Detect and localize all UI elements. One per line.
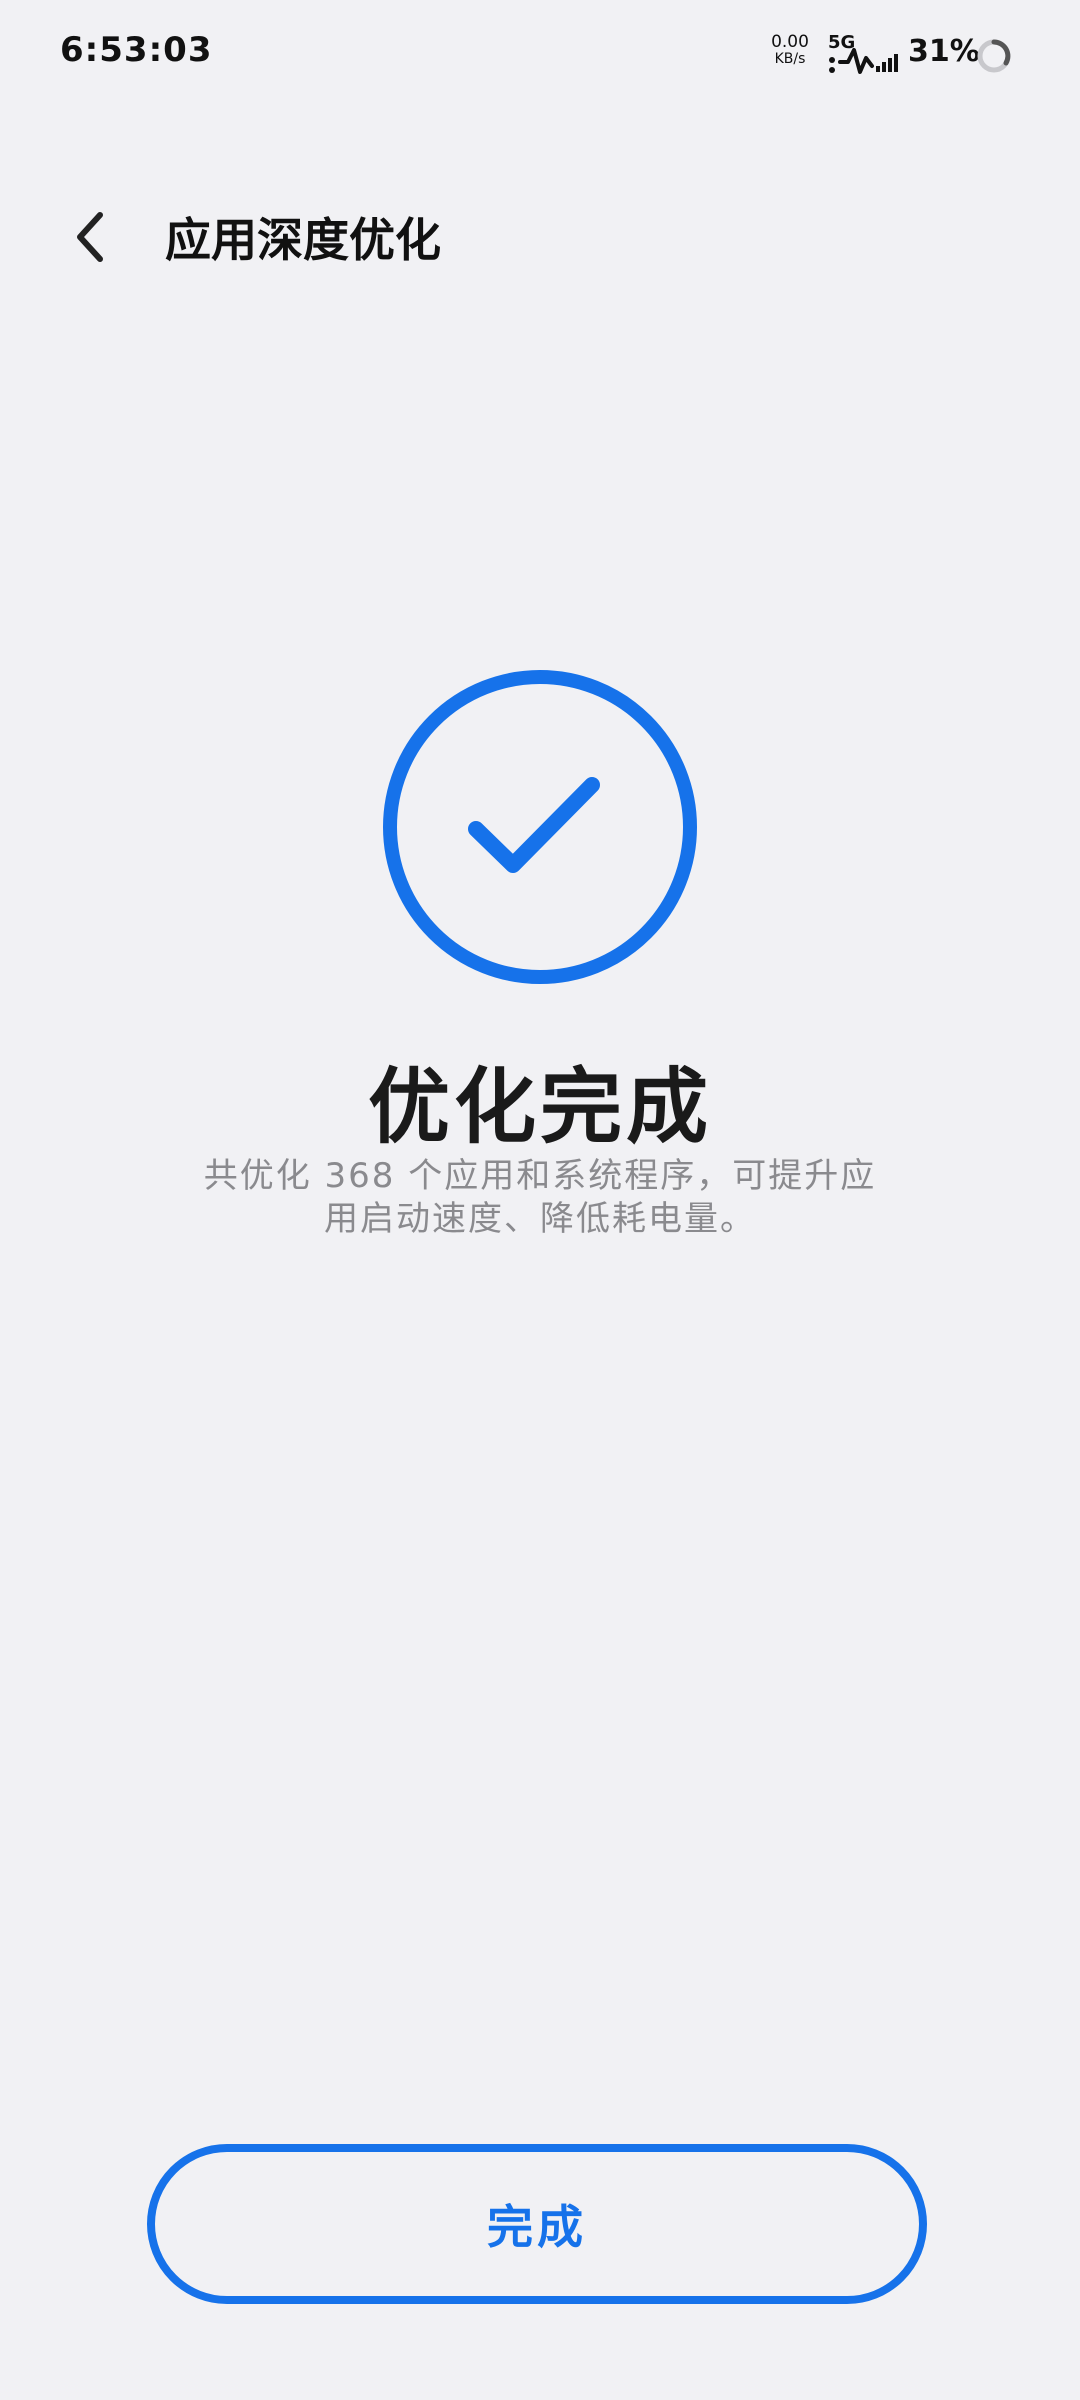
battery-percent: 31%: [908, 34, 980, 69]
network-speed-unit: KB/s: [774, 50, 806, 67]
done-button-label: 完成: [487, 2200, 587, 2254]
status-time: 6:53:03: [60, 30, 213, 70]
result-title: 优化完成: [367, 1060, 712, 1155]
page-title: 应用深度优化: [165, 213, 441, 267]
5g-signal-icon: [829, 48, 898, 74]
result-description: 共优化 368 个应用和系统程序，可提升应用启动速度、降低耗电量。: [203, 1156, 877, 1239]
battery-icon: [977, 39, 1011, 73]
network-speed: 0.00 KB/s: [770, 32, 810, 67]
back-button[interactable]: [60, 202, 120, 272]
done-button[interactable]: 完成: [147, 2144, 927, 2304]
chevron-left-icon: [77, 212, 103, 262]
status-bar: 6:53:03 0.00 KB/s 5G 31%: [0, 0, 1080, 110]
network-speed-value: 0.00: [771, 32, 809, 52]
check-circle-icon: [383, 670, 697, 984]
header: 应用深度优化: [0, 180, 1080, 290]
